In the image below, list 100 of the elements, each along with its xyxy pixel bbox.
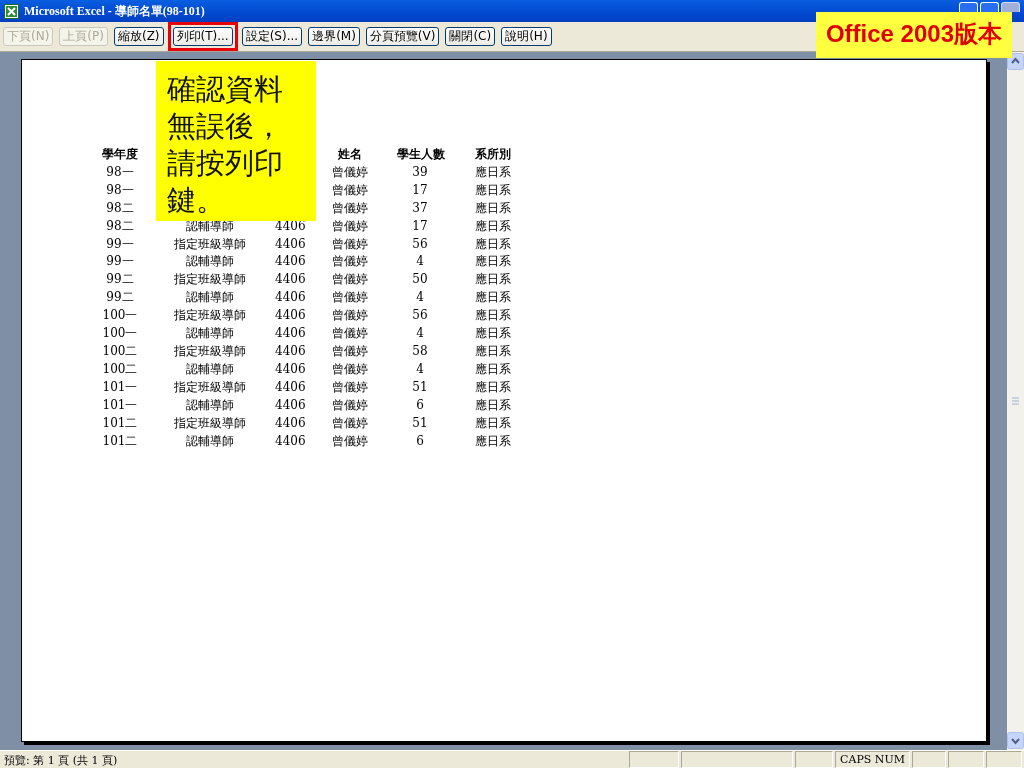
table-cell-text: 56 [411,307,429,325]
table-cell-text: 指定班級導師 [173,342,247,360]
table-cell-text: 99二 [105,289,135,307]
table-cell-text: 曾儀婷 [331,396,369,414]
table-cell-text: 認輔導師 [185,360,235,378]
table-cell-text: 曾儀婷 [331,289,369,307]
table-cell-text: 6 [415,432,425,450]
table-cell-text: 100二 [101,360,139,378]
table-cell-text: 39 [411,163,429,181]
table-cell-text: 99一 [105,253,135,271]
table-cell-text: 曾儀婷 [331,432,369,450]
table-cell-text: 4406 [275,271,303,289]
table-cell-text: 指定班級導師 [173,271,247,289]
table-cell-text: 4 [415,253,425,271]
callout-text: 確認資料無誤後，請按列印鍵。 [167,71,284,219]
table-cell-text: 應日系 [474,235,512,253]
excel-icon [4,3,19,19]
table-cell-text: 應日系 [474,432,512,450]
table-cell-text: 應日系 [474,289,512,307]
table-cell-text: 100一 [101,307,139,325]
table-cell-text: 曾儀婷 [331,253,369,271]
toolbar-button[interactable]: 縮放(Z) [113,27,164,46]
status-panel [986,751,1022,768]
table-cell-text: 應日系 [474,163,512,181]
status-panel [948,751,984,768]
window-title: Microsoft Excel - 導師名單(98-101) [24,2,206,20]
column-header: 系所別 [474,146,512,163]
table-cell-text: 6 [415,396,425,414]
table-cell-text: 曾儀婷 [331,378,369,396]
table-cell-text: 應日系 [474,360,512,378]
table-cell-text: 101一 [101,378,139,396]
table-cell-text: 應日系 [474,378,512,396]
table-cell-text: 4 [415,325,425,343]
status-panel [912,751,946,768]
table-cell-text: 37 [411,199,429,217]
table-cell-text: 98一 [105,163,135,181]
table-cell-text: 17 [411,217,429,235]
table-cell-text: 99二 [105,271,135,289]
table-cell-text: 4406 [275,342,303,360]
table-cell-text: 應日系 [474,253,512,271]
table-cell-text: 認輔導師 [185,253,235,271]
table-cell-text: 應日系 [474,217,512,235]
toolbar-button[interactable]: 設定(S)... [241,27,303,46]
table-cell-text: 指定班級導師 [173,414,247,432]
toolbar-button[interactable]: 分頁預覽(V) [365,27,440,46]
table-cell-text: 100二 [101,342,139,360]
table-cell-text: 4406 [275,360,303,378]
table-cell-text: 4406 [275,307,303,325]
table-cell-text: 4406 [275,378,303,396]
table-cell-text: 4 [415,289,425,307]
table-cell-text: 98二 [105,217,135,235]
table-cell-text: 98一 [105,181,135,199]
table-cell-text: 指定班級導師 [173,378,247,396]
table-cell-text: 曾儀婷 [331,271,369,289]
table-cell-text: 4406 [275,289,303,307]
version-label: Office 2003版本 [815,12,1012,58]
toolbar-button[interactable]: 列印(T)... [172,27,233,46]
minimize-button[interactable] [959,2,978,12]
table-cell-text: 指定班級導師 [173,307,247,325]
table-cell: 4406 [275,325,303,343]
table-cell-text: 56 [411,235,429,253]
scroll-down-icon[interactable] [1007,732,1024,749]
table-cell-text: 應日系 [474,199,512,217]
table-cell-text: 認輔導師 [185,289,235,307]
table-cell-text: 58 [411,342,429,360]
table-cell-text: 認輔導師 [185,325,235,343]
table-cell-text: 指定班級導師 [173,235,247,253]
table-cell-text: 101二 [101,432,139,450]
column-header: 學生人數 [397,146,443,163]
table-cell-text: 曾儀婷 [331,307,369,325]
table-cell-text: 曾儀婷 [331,181,369,199]
table-cell-text: 曾儀婷 [331,235,369,253]
toolbar-button[interactable]: 關閉(C) [445,27,496,46]
table-cell-text: 101一 [101,396,139,414]
table-cell-text: 99一 [105,235,135,253]
table-cell-text: 4406 [275,235,303,253]
table-cell-text: 4406 [275,432,303,450]
table-cell-text: 98二 [105,199,135,217]
table-cell-text: 應日系 [474,342,512,360]
table-cell-text: 認輔導師 [185,432,235,450]
table-cell-text: 曾儀婷 [331,163,369,181]
status-text: 預覽: 第 1 頁 (共 1 頁) [3,753,119,768]
table-cell-text: 應日系 [474,271,512,289]
table-cell-text: 4406 [275,253,303,271]
table-cell-text: 4406 [275,396,303,414]
table-cell-text: 4 [415,360,425,378]
status-indicator: CAPS NUM [835,751,910,768]
table-cell-text: 51 [411,378,429,396]
restore-button[interactable] [980,2,999,12]
table-cell-text: 4406 [275,414,303,432]
table-cell-text: 曾儀婷 [331,325,369,343]
table-cell-text: 101二 [101,414,139,432]
toolbar-button[interactable]: 邊界(M) [308,27,360,46]
column-header: 姓名 [337,146,363,163]
table-cell-text: 應日系 [474,181,512,199]
table-cell-text: 曾儀婷 [331,217,369,235]
table-cell-text: 51 [411,414,429,432]
toolbar-button[interactable]: 說明(H) [501,27,552,46]
table-cell-text: 認輔導師 [185,396,235,414]
table-cell-text: 曾儀婷 [331,199,369,217]
